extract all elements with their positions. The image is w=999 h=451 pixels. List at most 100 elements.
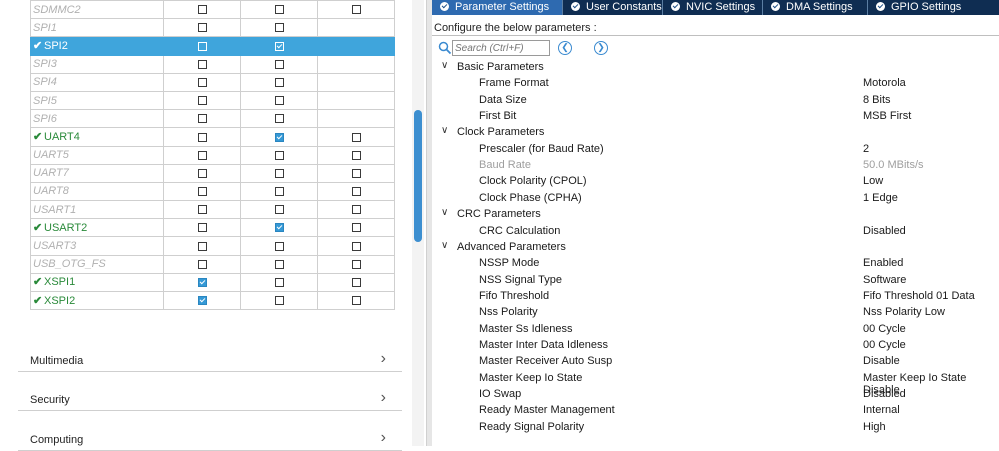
parameter-row[interactable]: Ready Master Management Internal [432,403,999,419]
parameter-value[interactable]: Fifo Threshold 01 Data [863,290,975,302]
parameter-group[interactable]: ∨ Basic Parameters [432,60,999,76]
peripheral-row[interactable]: USART3 [30,236,395,256]
mode-checkbox[interactable] [197,59,207,69]
mode-checkbox[interactable] [274,150,284,160]
peripheral-row[interactable]: UART8 [30,181,395,202]
peripheral-name-cell[interactable]: UART5 [30,145,164,165]
chevron-down-icon[interactable]: ∨ [441,125,448,136]
mode-checkbox[interactable] [274,278,284,287]
chevron-down-icon[interactable]: ∨ [441,207,448,218]
parameter-row[interactable]: Nss Polarity Nss Polarity Low [432,305,999,321]
mode-checkbox[interactable] [351,5,361,15]
mode-checkbox[interactable] [274,114,284,124]
parameter-row[interactable]: Fifo Threshold Fifo Threshold 01 Data [432,289,999,305]
peripheral-row[interactable]: SPI5 [30,90,395,111]
mode-checkbox[interactable] [197,278,207,287]
peripheral-row[interactable]: SPI1 [30,18,395,38]
parameter-value[interactable]: Motorola [863,77,906,89]
mode-checkbox[interactable] [274,259,284,269]
mode-checkbox[interactable] [274,59,284,69]
peripheral-name-cell[interactable]: SDMMC2 [30,0,164,20]
peripheral-row[interactable]: ✔ UART4 [30,127,395,147]
peripheral-name-cell[interactable]: SPI1 [30,18,164,38]
parameter-value[interactable]: High [863,421,886,433]
tab-gpio-settings[interactable]: GPIO Settings [868,0,963,15]
parameter-row[interactable]: NSS Signal Type Software [432,273,999,289]
parameter-value[interactable]: 00 Cycle [863,339,906,351]
peripheral-row[interactable]: SPI3 [30,54,395,74]
mode-checkbox[interactable] [197,132,207,142]
tab-nvic-settings[interactable]: NVIC Settings [663,0,762,15]
peripheral-row[interactable]: ✔ XSPI1 [30,272,395,293]
mode-checkbox[interactable] [197,114,207,124]
mode-checkbox[interactable] [197,41,207,51]
mode-checkbox[interactable] [274,41,284,51]
search-icon[interactable] [438,41,452,55]
peripheral-name-cell[interactable]: UART8 [30,181,164,202]
parameter-row[interactable]: Clock Polarity (CPOL) Low [432,174,999,190]
peripheral-name-cell[interactable]: ✔ UART4 [30,127,164,147]
peripheral-row[interactable]: ✔ SPI2 [30,36,395,56]
peripheral-name-cell[interactable]: SPI6 [30,109,164,129]
parameter-row[interactable]: Master Keep Io State Master Keep Io State… [432,371,999,396]
parameter-row[interactable]: Baud Rate 50.0 MBits/s [432,158,999,174]
peripheral-name-cell[interactable]: ✔ USART2 [30,218,164,238]
peripheral-row[interactable]: UART7 [30,163,395,183]
peripheral-name-cell[interactable]: USART3 [30,236,164,256]
mode-checkbox[interactable] [274,5,284,15]
peripheral-row[interactable]: ✔ XSPI2 [30,290,395,311]
peripheral-name-cell[interactable]: ✔ XSPI1 [30,272,164,293]
peripheral-name-cell[interactable]: USART1 [30,200,164,220]
mode-checkbox[interactable] [274,241,284,251]
parameter-value[interactable]: MSB First [863,110,911,122]
mode-checkbox[interactable] [274,187,284,197]
parameter-row[interactable]: IO Swap Disabled [432,387,999,403]
peripheral-name-cell[interactable]: UART7 [30,163,164,183]
peripheral-row[interactable]: ✔ USART2 [30,218,395,238]
mode-checkbox[interactable] [197,77,207,87]
mode-checkbox[interactable] [351,223,361,233]
parameter-row[interactable]: Frame Format Motorola [432,76,999,92]
parameter-value[interactable]: Enabled [863,257,903,269]
peripheral-row[interactable]: SPI6 [30,109,395,129]
chevron-down-icon[interactable]: ∨ [441,240,448,251]
mode-checkbox[interactable] [351,205,361,215]
parameter-group[interactable]: ∨ Advanced Parameters [432,240,999,256]
peripheral-name-cell[interactable]: SPI4 [30,72,164,92]
parameter-value[interactable]: Low [863,175,883,187]
mode-checkbox[interactable] [197,23,207,33]
peripheral-name-cell[interactable]: SPI3 [30,54,164,74]
category-computing[interactable]: Computing › [18,426,402,451]
parameter-value[interactable]: Disabled [863,388,906,400]
parameter-value[interactable]: 2 [863,143,869,155]
peripheral-row[interactable]: UART5 [30,145,395,165]
mode-checkbox[interactable] [274,23,284,33]
mode-checkbox[interactable] [197,150,207,160]
mode-checkbox[interactable] [351,296,361,306]
peripheral-name-cell[interactable]: SPI5 [30,90,164,111]
tab-dma-settings[interactable]: DMA Settings [763,0,867,15]
mode-checkbox[interactable] [274,96,284,106]
mode-checkbox[interactable] [197,168,207,178]
parameter-row[interactable]: NSSP Mode Enabled [432,256,999,272]
peripheral-name-cell[interactable]: ✔ SPI2 [30,36,164,56]
mode-checkbox[interactable] [351,168,361,178]
parameter-value[interactable]: Disable [863,355,900,367]
peripheral-name-cell[interactable]: ✔ XSPI2 [30,290,164,311]
mode-checkbox[interactable] [274,168,284,178]
mode-checkbox[interactable] [274,296,284,306]
parameter-value[interactable]: Software [863,274,906,286]
mode-checkbox[interactable] [197,187,207,197]
tab-user-constants[interactable]: User Constants [563,0,662,15]
mode-checkbox[interactable] [274,132,284,142]
mode-checkbox[interactable] [197,241,207,251]
scrollbar-thumb[interactable] [414,110,422,242]
parameter-value[interactable]: 00 Cycle [863,323,906,335]
parameter-value[interactable]: Internal [863,404,900,416]
parameter-value[interactable]: Nss Polarity Low [863,306,945,318]
mode-checkbox[interactable] [351,132,361,142]
mode-checkbox[interactable] [351,259,361,269]
mode-checkbox[interactable] [197,5,207,15]
mode-checkbox[interactable] [274,77,284,87]
category-security[interactable]: Security › [18,386,402,411]
